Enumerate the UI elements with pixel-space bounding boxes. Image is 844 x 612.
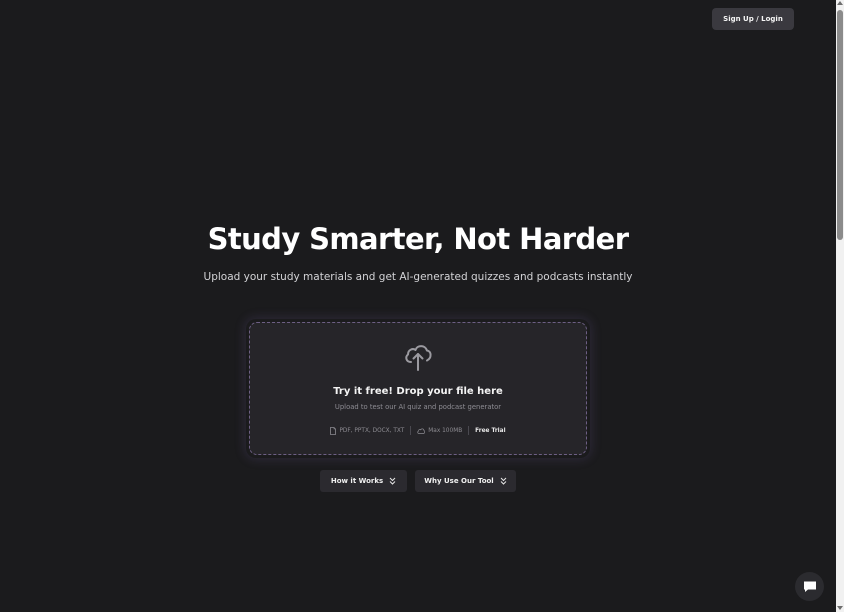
double-chevron-down-icon [389,477,396,485]
scroll-down-arrow-icon[interactable] [837,606,843,610]
file-requirements: PDF, PPTX, DOCX, TXT Max 100MB Free Tria… [249,426,587,435]
divider [410,426,412,435]
why-use-our-tool-label: Why Use Our Tool [424,477,494,485]
document-icon [330,426,337,435]
hero-subtitle: Upload your study materials and get AI-g… [203,271,633,283]
hero-title: Study Smarter, Not Harder [207,222,629,256]
how-it-works-button[interactable]: How it Works [320,470,407,492]
chat-button[interactable] [795,572,824,601]
chat-bubble-icon [803,581,816,592]
double-chevron-down-icon [500,477,507,485]
supported-formats: PDF, PPTX, DOCX, TXT [330,426,405,435]
how-it-works-label: How it Works [330,477,384,485]
max-size: Max 100MB [417,428,462,434]
divider [468,426,470,435]
page-scrollbar[interactable] [836,0,844,612]
scroll-up-arrow-icon[interactable] [837,1,843,5]
dropzone-subtitle: Upload to test our AI quiz and podcast g… [334,403,502,411]
free-trial-badge: Free Trial [475,427,506,434]
why-use-our-tool-button[interactable]: Why Use Our Tool [415,470,516,492]
cloud-upload-icon [405,345,432,371]
formats-text: PDF, PPTX, DOCX, TXT [339,427,405,434]
sign-up-login-button[interactable]: Sign Up / Login [712,8,794,30]
cloud-icon [417,427,426,434]
scrollbar-thumb[interactable] [837,10,843,240]
dropzone-title: Try it free! Drop your file here [333,386,503,397]
page: Sign Up / Login Study Smarter, Not Harde… [0,0,844,612]
max-size-text: Max 100MB [428,427,463,434]
